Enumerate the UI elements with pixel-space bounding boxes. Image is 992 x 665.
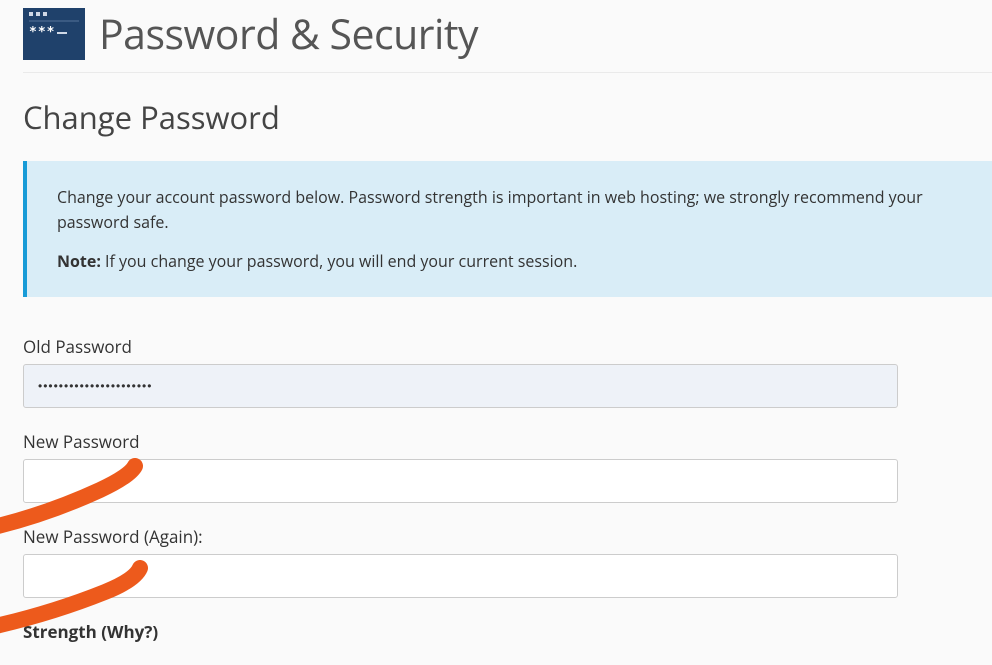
password-security-icon: *** <box>23 8 85 60</box>
info-alert: Change your account password below. Pass… <box>23 161 992 297</box>
alert-note-text: If you change your password, you will en… <box>101 250 577 272</box>
page-header: *** Password & Security <box>23 0 992 73</box>
section-title: Change Password <box>23 97 992 139</box>
new-password-again-input[interactable] <box>23 554 898 598</box>
new-password-again-group: New Password (Again): <box>23 525 992 598</box>
new-password-again-label: New Password (Again): <box>23 525 992 548</box>
page-title: Password & Security <box>99 6 478 62</box>
old-password-input[interactable] <box>23 364 898 408</box>
old-password-label: Old Password <box>23 335 992 358</box>
new-password-label: New Password <box>23 430 992 453</box>
new-password-group: New Password <box>23 430 992 503</box>
new-password-input[interactable] <box>23 459 898 503</box>
alert-note-label: Note: <box>57 250 101 272</box>
old-password-group: Old Password <box>23 335 992 408</box>
alert-text-line1: Change your account password below. Pass… <box>57 185 962 235</box>
alert-note: Note: If you change your password, you w… <box>57 249 962 274</box>
strength-label: Strength (Why?) <box>23 620 992 643</box>
